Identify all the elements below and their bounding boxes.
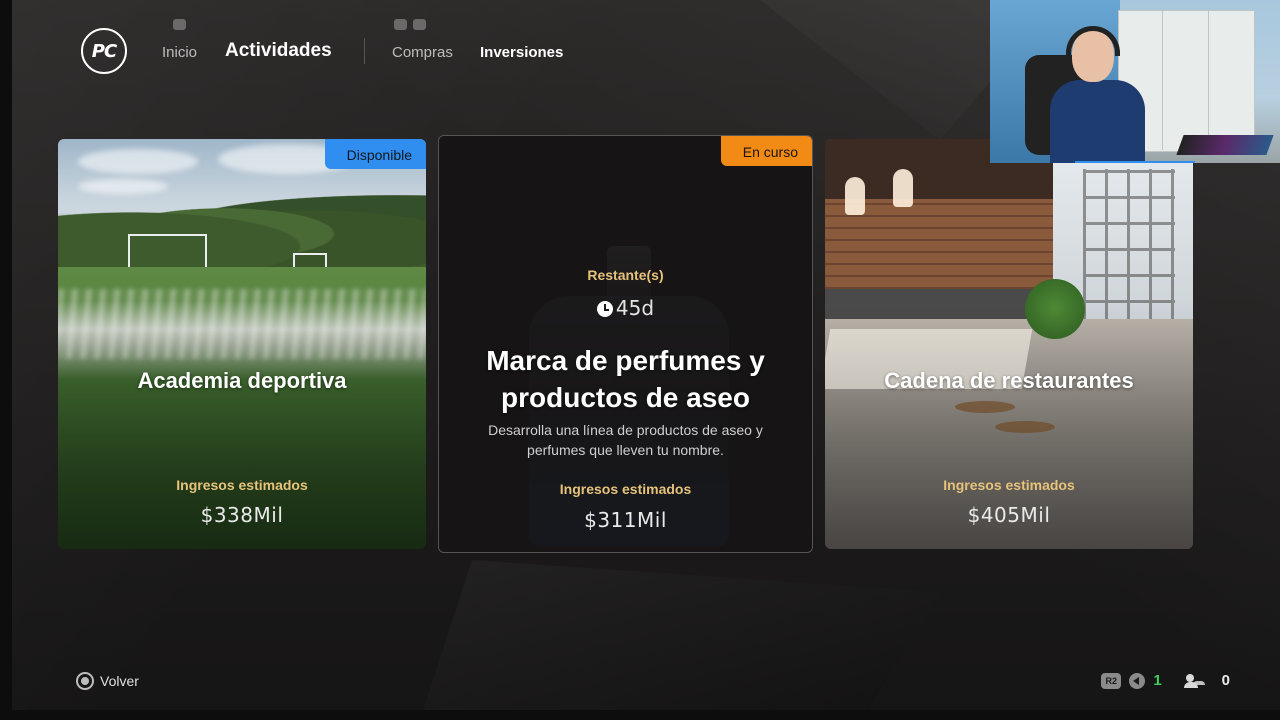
card-description: Desarrolla una línea de productos de ase… xyxy=(488,422,763,458)
activity-card-perfume-brand[interactable]: En curso Restante(s) 45d Marca de perfum… xyxy=(438,135,813,553)
remaining-timer: 45d xyxy=(439,296,812,320)
speaker-icon xyxy=(1129,672,1146,689)
remaining-label: Restante(s) xyxy=(587,267,664,283)
card-title: Cadena de restaurantes xyxy=(884,368,1134,393)
activity-card-sports-academy[interactable]: Disponible Academia deportiva Ingresos e… xyxy=(58,139,426,549)
card-title: Academia deportiva xyxy=(137,368,347,393)
nav-divider xyxy=(364,38,365,64)
webcam-overlay xyxy=(990,0,1280,163)
subtab-compras[interactable]: Compras xyxy=(392,44,453,61)
income-label: Ingresos estimados xyxy=(176,477,308,493)
r2-hint-icon xyxy=(413,19,426,30)
online-count: 1 xyxy=(1153,672,1162,689)
remaining-value: 45d xyxy=(615,296,655,320)
tab-actividades[interactable]: Actividades xyxy=(225,40,332,62)
clock-icon xyxy=(596,301,613,317)
subtab-inversiones[interactable]: Inversiones xyxy=(480,44,563,61)
letterbox-left xyxy=(0,0,12,720)
l2-hint-icon xyxy=(394,19,407,30)
tab-inicio[interactable]: Inicio xyxy=(162,44,197,61)
status-badge-available: Disponible xyxy=(324,139,426,169)
back-button[interactable]: Volver xyxy=(76,672,139,690)
friends-count: 0 xyxy=(1221,672,1230,689)
l1-hint-icon xyxy=(173,19,186,30)
activity-card-restaurant-chain[interactable]: Cadena de restaurantes Ingresos estimado… xyxy=(825,139,1193,549)
income-label: Ingresos estimados xyxy=(943,477,1075,493)
status-indicators: R2 1 0 xyxy=(1101,672,1230,689)
status-badge-in-progress: En curso xyxy=(720,136,812,166)
income-value: $311Mil xyxy=(584,508,667,532)
income-value: $338Mil xyxy=(200,503,284,527)
card-title: Marca de perfumes y productos de aseo xyxy=(486,345,765,413)
income-value: $405Mil xyxy=(967,503,1051,527)
friends-icon xyxy=(1183,673,1204,688)
income-label: Ingresos estimados xyxy=(559,481,692,497)
pc-logo: PC xyxy=(81,28,127,74)
circle-button-icon xyxy=(76,672,94,690)
letterbox-bottom xyxy=(0,710,1280,720)
back-label: Volver xyxy=(100,673,139,689)
r2-button-icon: R2 xyxy=(1101,672,1122,689)
